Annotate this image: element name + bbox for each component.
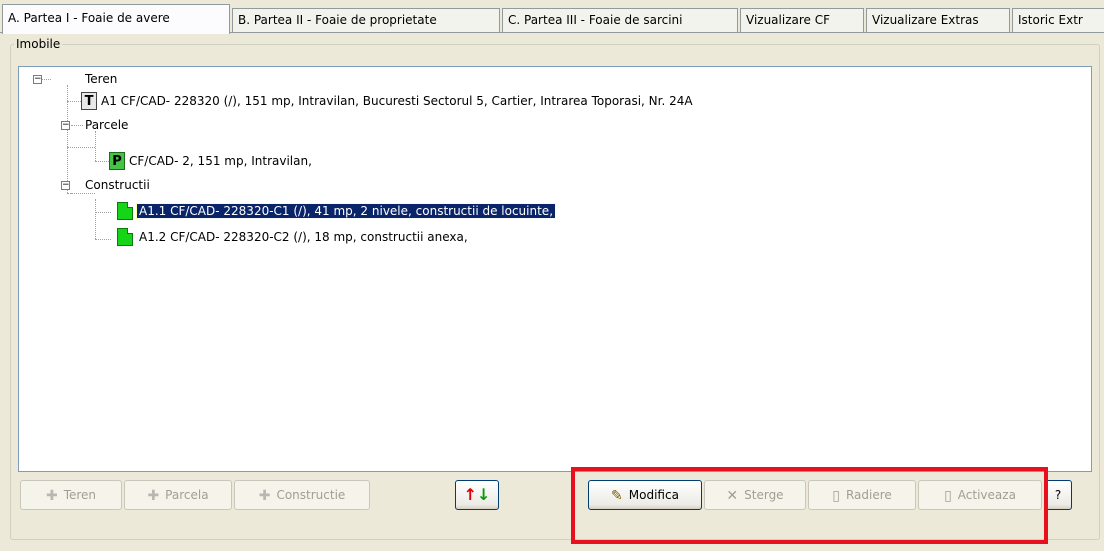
button-label: Sterge xyxy=(744,488,784,502)
parcele-expander-icon[interactable]: − xyxy=(61,121,70,130)
document-icon: ▯ xyxy=(944,487,952,504)
tree-node-label: Teren xyxy=(85,72,118,86)
delete-icon: ✕ xyxy=(726,487,739,504)
tab-partea-i[interactable]: A. Partea I - Foaie de avere xyxy=(2,4,230,34)
tree-item-label: A1 CF/CAD- 228320 (/), 151 mp, Intravila… xyxy=(101,94,693,108)
tree-node-constructii[interactable]: Constructii xyxy=(83,175,152,195)
tree-item-constructie[interactable]: A1.2 CF/CAD- 228320-C2 (/), 18 mp, const… xyxy=(137,227,470,247)
tab-istoric-extras[interactable]: Istoric Extr xyxy=(1012,8,1104,32)
tree-node-label: Parcele xyxy=(85,118,129,132)
tab-partea-ii[interactable]: B. Partea II - Foaie de proprietate xyxy=(232,8,500,32)
button-label: Teren xyxy=(63,488,97,502)
button-label: Parcela xyxy=(165,488,209,502)
add-constructie-button[interactable]: ✚ Constructie xyxy=(234,480,370,510)
button-label: Constructie xyxy=(276,488,346,502)
tree-node-label: Constructii xyxy=(85,178,150,192)
tab-bar: A. Partea I - Foaie de avere B. Partea I… xyxy=(0,0,1104,36)
sterge-button[interactable]: ✕ Sterge xyxy=(704,480,806,510)
tree-item-teren[interactable]: A1 CF/CAD- 228320 (/), 151 mp, Intravila… xyxy=(99,91,695,111)
tree-item-parcela[interactable]: CF/CAD- 2, 151 mp, Intravilan, xyxy=(127,151,314,171)
button-label: Modifica xyxy=(628,488,679,502)
tree-node-parcele[interactable]: Parcele xyxy=(83,115,130,135)
help-button[interactable]: ? xyxy=(1044,480,1072,510)
sort-button[interactable]: ↑↓ xyxy=(455,480,499,510)
button-label: Activeaza xyxy=(957,488,1016,502)
group-title: Imobile xyxy=(14,36,63,52)
radiere-button[interactable]: ▯ Radiere xyxy=(808,480,916,510)
add-parcela-button[interactable]: ✚ Parcela xyxy=(124,480,232,510)
tree-item-constructie[interactable]: A1.1 CF/CAD- 228320-C1 (/), 41 mp, 2 niv… xyxy=(135,201,557,221)
modifica-button[interactable]: ✎ Modifica xyxy=(588,480,702,510)
imobile-tree[interactable]: − Teren T A1 CF/CAD- 228320 (/), 151 mp,… xyxy=(18,66,1092,472)
activeaza-button[interactable]: ▯ Activeaza xyxy=(918,480,1042,510)
tab-vizualizare-extras[interactable]: Vizualizare Extras xyxy=(866,8,1010,32)
plus-icon: ✚ xyxy=(258,487,271,504)
constructie-document-icon xyxy=(117,228,133,246)
tree-item-label: A1.2 CF/CAD- 228320-C2 (/), 18 mp, const… xyxy=(139,230,468,244)
plus-icon: ✚ xyxy=(45,487,58,504)
constructii-expander-icon[interactable]: − xyxy=(61,181,70,190)
parcela-p-icon: P xyxy=(109,152,125,170)
add-teren-button[interactable]: ✚ Teren xyxy=(20,480,122,510)
edit-document-icon: ✎ xyxy=(611,487,623,504)
button-label: Radiere xyxy=(845,488,892,502)
teren-t-icon: T xyxy=(81,92,97,110)
tree-item-label: CF/CAD- 2, 151 mp, Intravilan, xyxy=(129,154,312,168)
constructie-document-icon xyxy=(117,202,133,220)
sort-arrows-icon: ↑↓ xyxy=(463,485,491,504)
teren-expander-icon[interactable]: − xyxy=(33,75,42,84)
button-label: ? xyxy=(1054,488,1062,502)
tab-partea-iii[interactable]: C. Partea III - Foaie de sarcini xyxy=(502,8,738,32)
tab-vizualizare-cf[interactable]: Vizualizare CF xyxy=(740,8,864,32)
tree-node-teren[interactable]: Teren xyxy=(83,69,119,89)
plus-icon: ✚ xyxy=(147,487,160,504)
document-icon: ▯ xyxy=(832,487,840,504)
tree-item-label: A1.1 CF/CAD- 228320-C1 (/), 41 mp, 2 niv… xyxy=(135,203,557,219)
